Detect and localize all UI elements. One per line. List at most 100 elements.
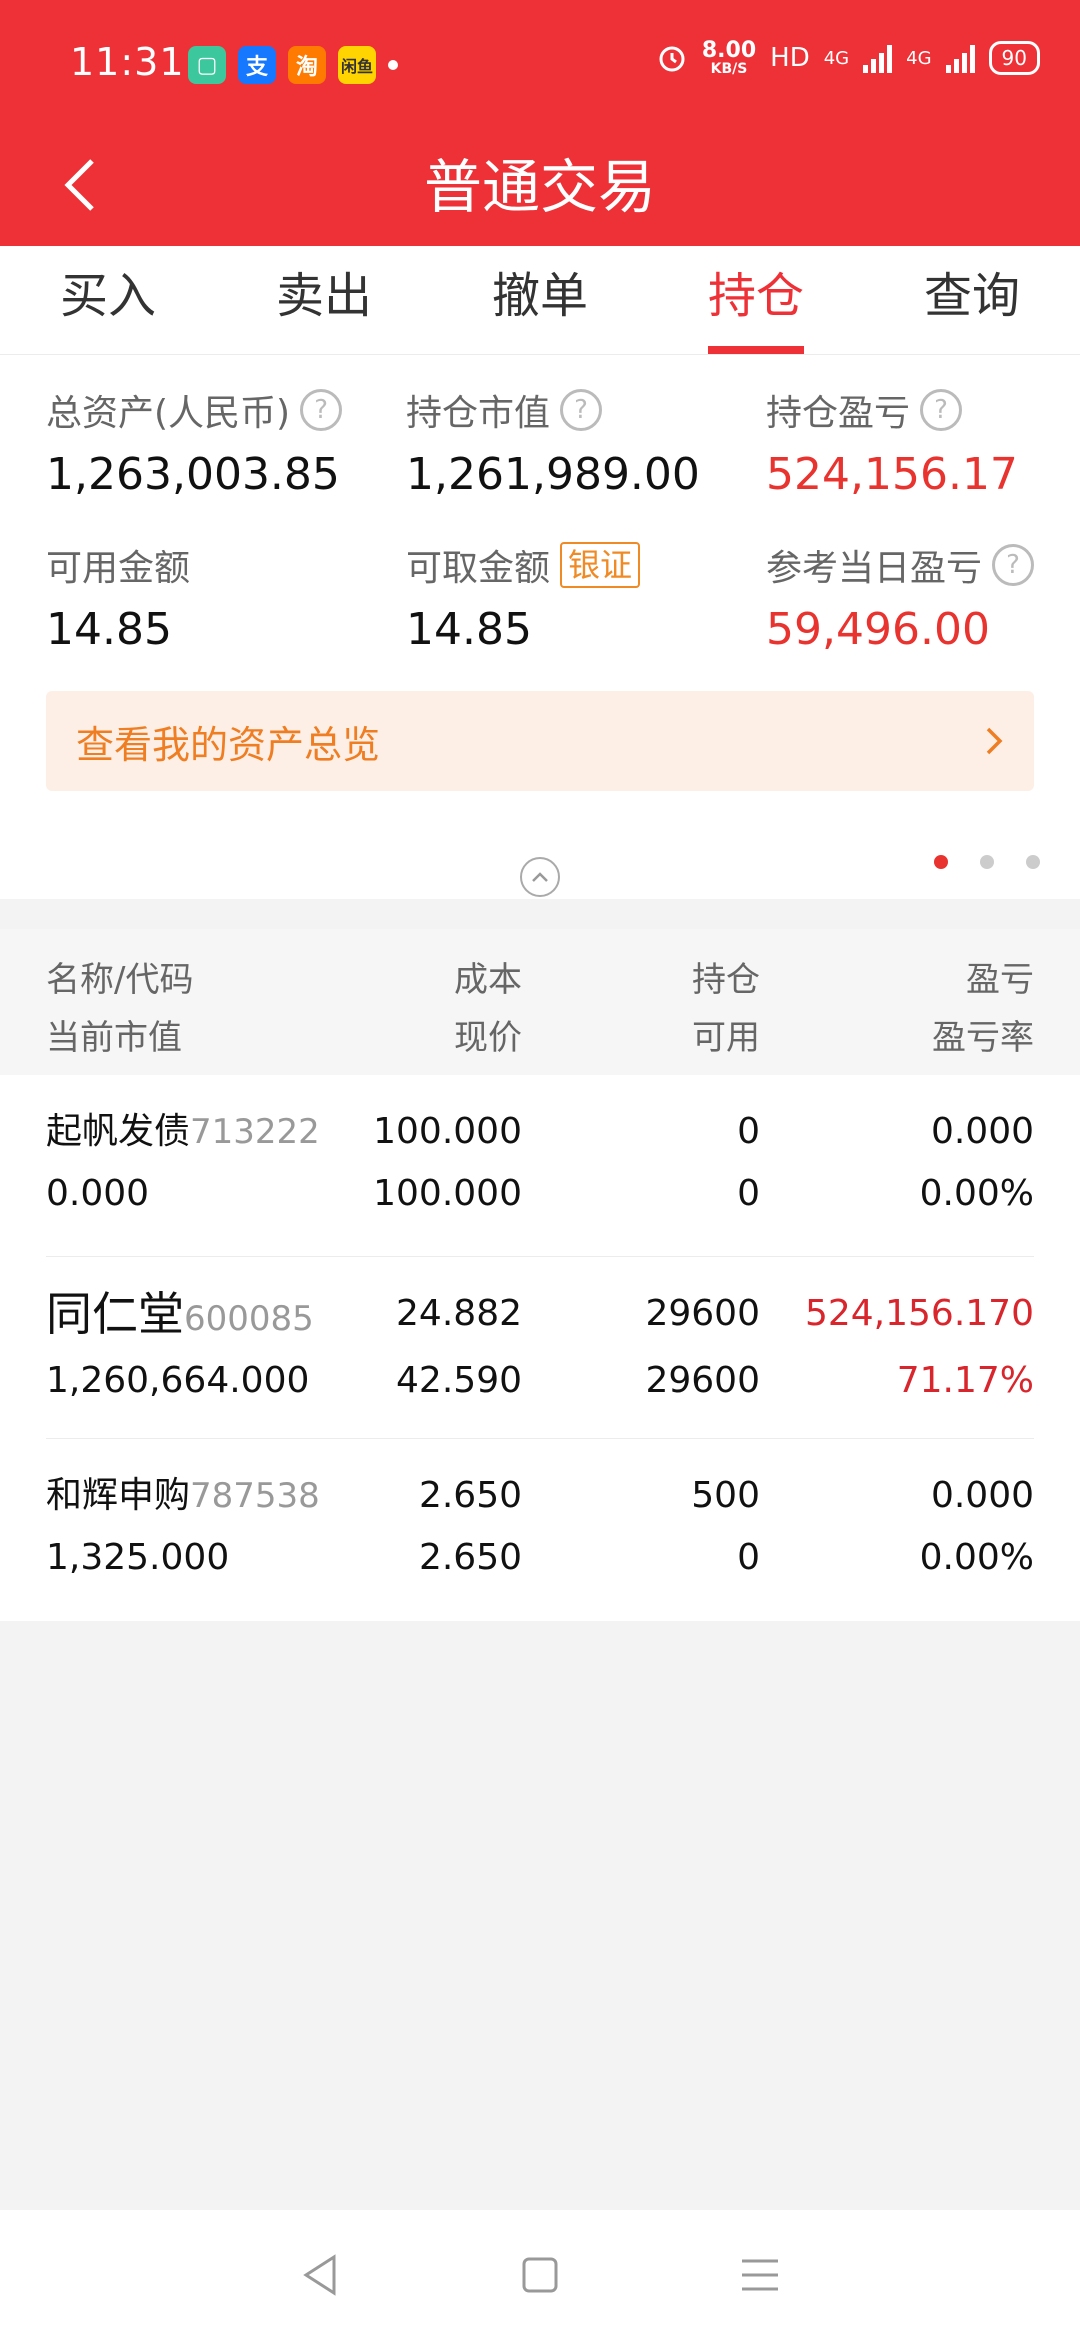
help-icon[interactable]: ? <box>992 544 1035 586</box>
available-qty: 0 <box>737 1173 760 1214</box>
position-qty: 29600 <box>645 1293 760 1334</box>
available-funds-label: 可用金额 <box>46 548 191 589</box>
position-qty: 500 <box>691 1475 760 1516</box>
withdrawable-value: 14.85 <box>406 604 532 655</box>
current-price: 2.650 <box>418 1537 522 1578</box>
table-row[interactable]: 同仁堂600085 24.882 29600 524,156.170 1,260… <box>46 1257 1034 1439</box>
daily-pnl: 参考当日盈亏? 59,496.00 <box>766 540 1046 655</box>
header-cost: 成本 <box>454 960 522 1000</box>
xianyu-icon: 闲鱼 <box>338 46 376 84</box>
available-qty: 0 <box>737 1537 760 1578</box>
market-value-value: 1,261,989.00 <box>406 449 700 500</box>
position-pnl-label: 持仓盈亏 <box>766 393 911 434</box>
system-status: 8.00 KB/S HD 4G 4G 90 <box>656 40 1040 76</box>
current-price: 100.000 <box>373 1173 522 1214</box>
stock-name: 同仁堂 <box>46 1287 184 1341</box>
table-row[interactable]: 起帆发债713222 100.000 0 0.000 0.000 100.000… <box>46 1075 1034 1257</box>
header-position: 持仓 <box>692 960 760 1000</box>
pnl-rate: 0.00% <box>919 1173 1034 1214</box>
bank-transfer-badge[interactable]: 银证 <box>560 542 641 588</box>
available-funds-value: 14.85 <box>46 604 172 655</box>
header-available: 可用 <box>692 1018 760 1058</box>
withdrawable-label: 可取金额 <box>406 548 551 589</box>
pnl-value: 0.000 <box>930 1111 1034 1152</box>
stock-code: 713222 <box>190 1112 320 1152</box>
tab-sell[interactable]: 卖出 <box>216 246 432 354</box>
cost-price: 24.882 <box>396 1293 522 1334</box>
position-qty: 0 <box>737 1111 760 1152</box>
app-notification-icon: ▢ <box>188 46 226 84</box>
page-dot <box>980 855 994 869</box>
chevron-up-icon <box>532 872 548 882</box>
page-indicator <box>934 855 1040 869</box>
back-triangle-icon[interactable] <box>300 2253 340 2297</box>
app-header: 11:31 ▢ 支 淘 闲鱼 8.00 KB/S HD 4G 4G 90 普通交… <box>0 0 1080 246</box>
asset-overview-link[interactable]: 查看我的资产总览 <box>46 691 1034 791</box>
table-row[interactable]: 和辉申购787538 2.650 500 0.000 1,325.000 2.6… <box>46 1439 1034 1621</box>
header-pnl-rate: 盈亏率 <box>932 1018 1034 1058</box>
market-value: 1,325.000 <box>46 1537 230 1578</box>
stock-code: 600085 <box>184 1299 314 1339</box>
home-square-icon[interactable] <box>520 2255 560 2295</box>
hd-indicator: HD <box>770 43 810 73</box>
position-pnl-value: 524,156.17 <box>766 449 1018 500</box>
total-assets-label: 总资产(人民币) <box>46 393 291 434</box>
network-type-1: 4G <box>823 47 850 69</box>
market-value: 0.000 <box>46 1173 150 1214</box>
help-icon[interactable]: ? <box>920 389 963 431</box>
header-pnl: 盈亏 <box>966 960 1034 1000</box>
cost-price: 100.000 <box>373 1111 522 1152</box>
network-type-2: 4G <box>906 47 932 69</box>
header-price: 现价 <box>454 1018 522 1058</box>
daily-pnl-value: 59,496.00 <box>766 604 990 655</box>
tab-cancel-order[interactable]: 撤单 <box>432 246 648 354</box>
status-bar: 11:31 ▢ 支 淘 闲鱼 8.00 KB/S HD 4G 4G 90 <box>0 0 1080 130</box>
current-price: 42.590 <box>396 1360 522 1401</box>
signal-icon-2 <box>945 43 975 73</box>
stock-name: 起帆发债 <box>46 1111 191 1152</box>
pnl-value: 524,156.170 <box>804 1293 1034 1334</box>
help-icon[interactable]: ? <box>560 389 603 431</box>
alipay-icon: 支 <box>238 46 276 84</box>
network-speed: 8.00 KB/S <box>701 38 757 77</box>
alarm-icon <box>659 46 685 72</box>
total-assets-value: 1,263,003.85 <box>46 449 340 500</box>
signal-icon <box>863 43 893 73</box>
chevron-right-icon <box>986 727 1003 755</box>
notification-icons: ▢ 支 淘 闲鱼 <box>188 46 398 84</box>
positions-list: 起帆发债713222 100.000 0 0.000 0.000 100.000… <box>0 1075 1080 1621</box>
page-dot-active <box>934 855 948 869</box>
asset-overview-label: 查看我的资产总览 <box>76 722 381 767</box>
pnl-rate: 0.00% <box>919 1537 1034 1578</box>
system-navigation-bar <box>0 2210 1080 2340</box>
stock-code: 787538 <box>190 1476 320 1516</box>
stock-name: 和辉申购 <box>46 1475 191 1516</box>
menu-lines-icon[interactable] <box>740 2257 780 2293</box>
nav-bar: 普通交易 <box>0 130 1080 246</box>
available-funds: 可用金额 14.85 <box>46 540 406 655</box>
more-notifications-icon <box>388 60 398 70</box>
cost-price: 2.650 <box>418 1475 522 1516</box>
header-name-code: 名称/代码 <box>46 960 194 1000</box>
pnl-value: 0.000 <box>930 1475 1034 1516</box>
total-assets: 总资产(人民币)? 1,263,003.85 <box>46 385 406 500</box>
available-qty: 29600 <box>645 1360 760 1401</box>
position-pnl: 持仓盈亏? 524,156.17 <box>766 385 1046 500</box>
pnl-rate: 71.17% <box>896 1360 1034 1401</box>
page-dot <box>1026 855 1040 869</box>
market-value: 持仓市值? 1,261,989.00 <box>406 385 766 500</box>
tab-positions[interactable]: 持仓 <box>648 246 864 354</box>
withdrawable-funds: 可取金额 银证 14.85 <box>406 540 766 655</box>
tab-query[interactable]: 查询 <box>864 246 1080 354</box>
battery-icon: 90 <box>988 41 1040 75</box>
trade-tabs: 买入 卖出 撤单 持仓 查询 <box>0 246 1080 355</box>
tab-buy[interactable]: 买入 <box>0 246 216 354</box>
help-icon[interactable]: ? <box>300 389 343 431</box>
collapse-button[interactable] <box>520 857 560 897</box>
positions-table-header: 名称/代码 成本 持仓 盈亏 当前市值 现价 可用 盈亏率 <box>0 929 1080 1075</box>
header-market-value: 当前市值 <box>46 1018 182 1058</box>
asset-summary: 总资产(人民币)? 1,263,003.85 持仓市值? 1,261,989.0… <box>0 355 1080 899</box>
daily-pnl-label: 参考当日盈亏 <box>766 548 983 589</box>
market-value: 1,260,664.000 <box>46 1360 310 1401</box>
market-value-label: 持仓市值 <box>406 393 551 434</box>
